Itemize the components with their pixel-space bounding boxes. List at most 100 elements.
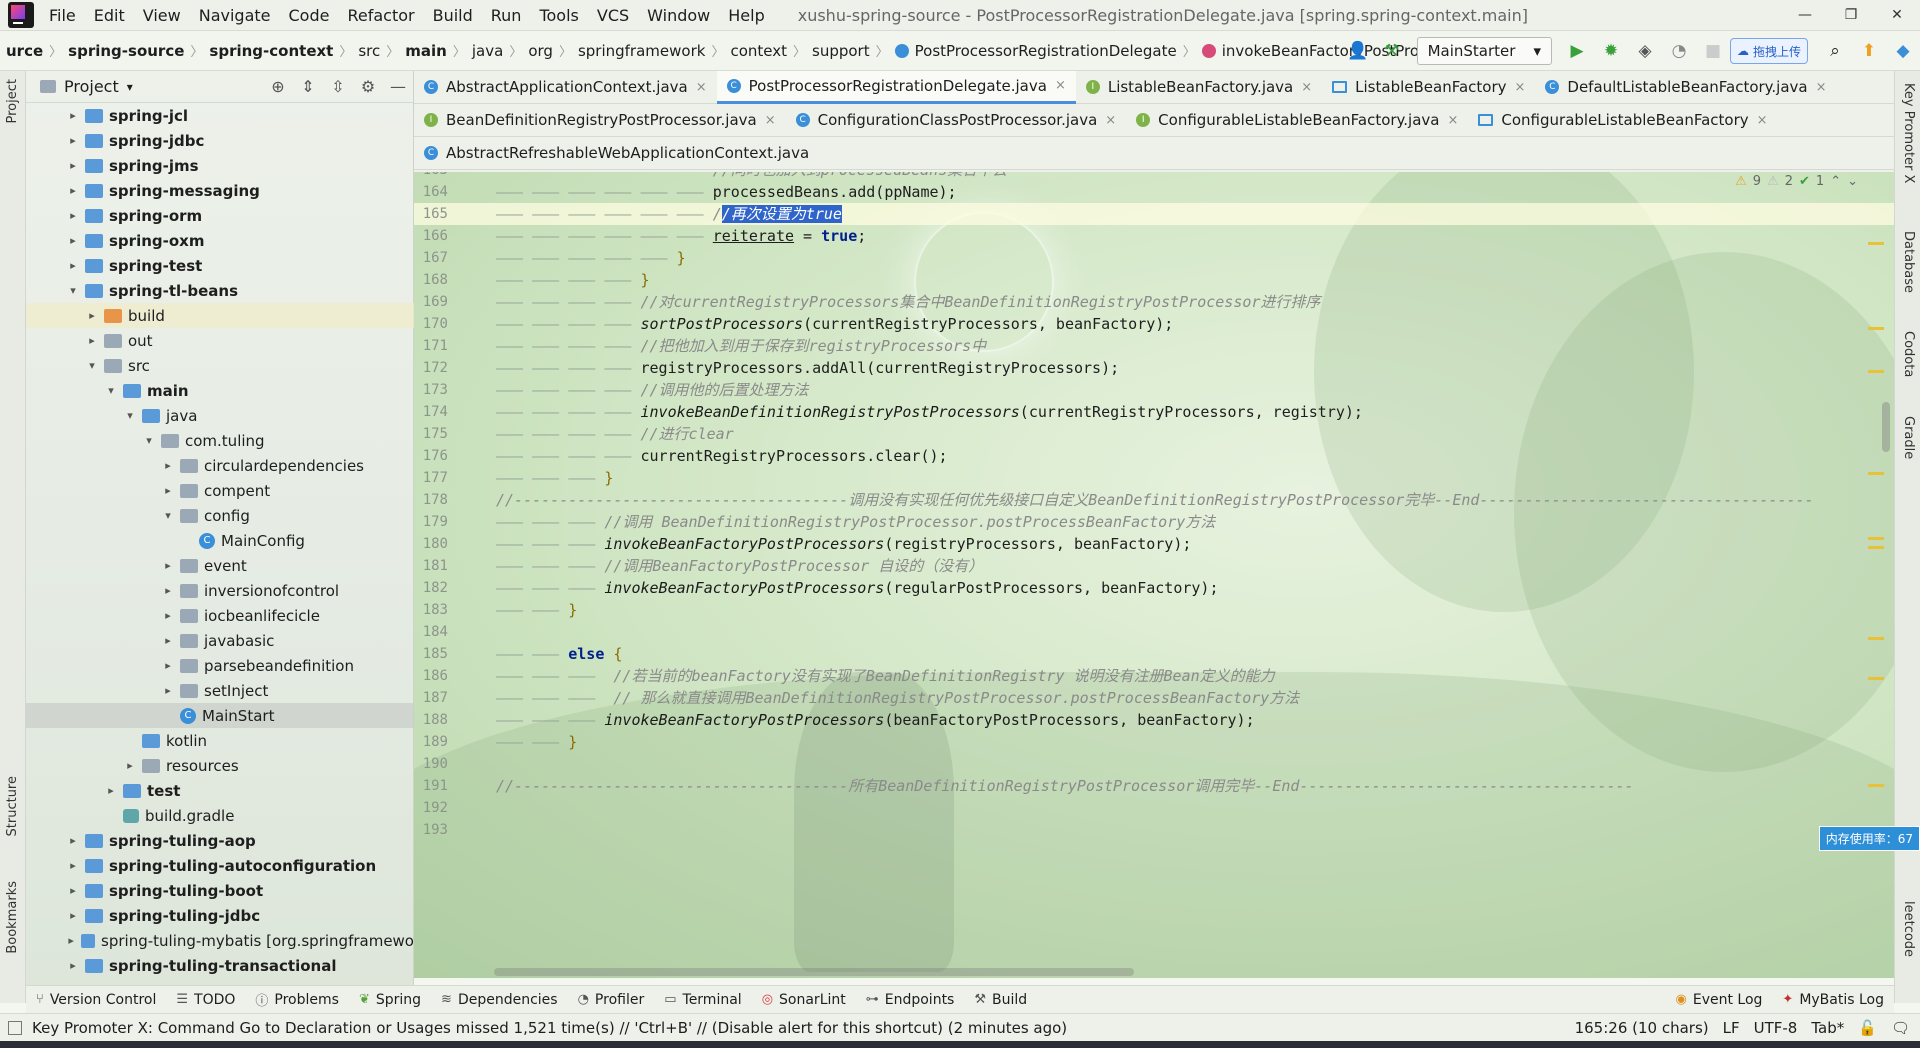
chevron-right-icon[interactable]: ▸ <box>65 134 81 147</box>
chevron-down-icon[interactable]: ⌄ <box>1847 174 1858 189</box>
status-message[interactable]: Key Promoter X: Command Go to Declaratio… <box>32 1019 1067 1037</box>
editor-tab[interactable]: I ListableBeanFactory.java × <box>1076 71 1322 104</box>
chevron-right-icon[interactable]: ▸ <box>65 184 81 197</box>
breadcrumb-module[interactable]: spring-context <box>203 42 339 60</box>
hammer-build-icon[interactable]: ⚒ <box>1378 37 1406 65</box>
todo-tab[interactable]: ☰ TODO <box>166 992 245 1008</box>
code-line[interactable]: 177 ——— ——— ——— } <box>414 467 1894 489</box>
tree-item[interactable]: ▾ java <box>26 403 414 428</box>
breadcrumb-class[interactable]: PostProcessorRegistrationDelegate <box>889 42 1183 60</box>
close-tab-icon[interactable]: × <box>696 80 707 95</box>
warning-marker[interactable] <box>1868 472 1884 475</box>
code-line[interactable]: 188 ——— ——— ——— invokeBeanFactoryPostProc… <box>414 709 1894 731</box>
error-stripe[interactable] <box>1864 172 1894 978</box>
tree-item[interactable]: ▸ spring-tuling-aop <box>26 828 414 853</box>
tree-item[interactable]: ▸ out <box>26 328 414 353</box>
chevron-right-icon[interactable]: ▸ <box>65 159 81 172</box>
menu-navigate[interactable]: Navigate <box>190 0 280 31</box>
sonarlint-tab[interactable]: ◎ SonarLint <box>752 992 856 1008</box>
hide-icon[interactable]: — <box>383 77 413 96</box>
tree-item[interactable]: ▸ spring-tuling-boot <box>26 878 414 903</box>
maximize-icon[interactable]: ❐ <box>1828 0 1874 31</box>
chevron-right-icon[interactable]: ▸ <box>84 334 100 347</box>
close-window-icon[interactable]: ✕ <box>1874 0 1920 31</box>
mybatis-log-tab[interactable]: ✦ MyBatis Log <box>1772 992 1894 1008</box>
codota-tool-tab[interactable]: Codota <box>1901 331 1916 377</box>
menu-window[interactable]: Window <box>638 0 719 31</box>
chevron-right-icon[interactable]: ▸ <box>160 609 176 622</box>
run-config-select[interactable]: MainStarter ▾ <box>1416 37 1552 65</box>
tree-item[interactable]: ▾ config <box>26 503 414 528</box>
breadcrumb-src[interactable]: src <box>352 42 386 60</box>
code-line[interactable]: 165 ——— ——— ——— ——— ——— ——— //再次设置为true <box>414 203 1894 225</box>
code-line[interactable]: 169 ——— ——— ——— ——— //对currentRegistryPro… <box>414 291 1894 313</box>
dependencies-tab[interactable]: ≋ Dependencies <box>431 992 568 1008</box>
tree-item[interactable]: ▸ circulardependencies <box>26 453 414 478</box>
menu-tools[interactable]: Tools <box>530 0 587 31</box>
breadcrumb-java[interactable]: java <box>466 42 509 60</box>
profiler-icon[interactable]: ◔ <box>1665 37 1693 65</box>
tree-item[interactable]: ▸ spring-orm <box>26 203 414 228</box>
chevron-up-icon[interactable]: ⌃ <box>1830 174 1841 189</box>
terminal-tab[interactable]: ▭ Terminal <box>654 992 751 1008</box>
breadcrumb-root[interactable]: urce <box>0 42 49 60</box>
close-tab-icon[interactable]: × <box>1757 113 1768 128</box>
collapse-all-icon[interactable]: ⇳ <box>323 77 353 96</box>
tree-item[interactable]: ▸ test <box>26 778 414 803</box>
profiler-tab[interactable]: ◔ Profiler <box>568 992 655 1008</box>
chevron-right-icon[interactable]: ▸ <box>160 684 176 697</box>
code-line[interactable]: 178 //-----------------------------------… <box>414 489 1894 511</box>
code-line[interactable]: 172 ——— ——— ——— ——— registryProcessors.ad… <box>414 357 1894 379</box>
chevron-right-icon[interactable]: ▸ <box>160 634 176 647</box>
key-promoter-tool-tab[interactable]: Key Promoter X <box>1901 83 1916 183</box>
breadcrumb-context[interactable]: context <box>724 42 793 60</box>
menu-vcs[interactable]: VCS <box>588 0 638 31</box>
tree-item[interactable]: ▸ spring-jdbc <box>26 128 414 153</box>
code-line[interactable]: 193 <box>414 819 1894 841</box>
chevron-right-icon[interactable]: ▸ <box>65 934 77 947</box>
editor-tab[interactable]: ListableBeanFactory × <box>1322 71 1535 104</box>
code-line[interactable]: 192 <box>414 797 1894 819</box>
tree-item[interactable]: ▸ spring-jms <box>26 153 414 178</box>
search-icon[interactable]: ⌕ <box>1821 37 1849 65</box>
tree-item[interactable]: C MainStart <box>26 703 414 728</box>
toolbox-icon[interactable]: ◆ <box>1889 37 1917 65</box>
code-line[interactable]: 187 ——— ——— ——— // 那么就直接调用BeanDefinitionR… <box>414 687 1894 709</box>
code-line[interactable]: 180 ——— ——— ——— invokeBeanFactoryPostProc… <box>414 533 1894 555</box>
spring-tab[interactable]: ❦ Spring <box>349 992 431 1008</box>
chevron-right-icon[interactable]: ▸ <box>160 559 176 572</box>
breadcrumb-main[interactable]: main <box>399 42 453 60</box>
code-line[interactable]: 170 ——— ——— ——— ——— sortPostProcessors(cu… <box>414 313 1894 335</box>
code-line[interactable]: 185 ——— ——— else { <box>414 643 1894 665</box>
line-separator[interactable]: LF <box>1723 1019 1740 1037</box>
tree-item[interactable]: ▸ spring-tuling-mybatis [org.springframew… <box>26 928 414 953</box>
project-tool-tab[interactable]: Project <box>5 79 20 123</box>
close-tab-icon[interactable]: × <box>1055 78 1066 93</box>
database-tool-tab[interactable]: Database <box>1901 231 1916 293</box>
tree-item[interactable]: ▸ event <box>26 553 414 578</box>
tree-item[interactable]: ▸ parsebeandefinition <box>26 653 414 678</box>
chevron-right-icon[interactable]: ▸ <box>103 784 119 797</box>
caret-position[interactable]: 165:26 (10 chars) <box>1575 1019 1709 1037</box>
warning-marker[interactable] <box>1868 637 1884 640</box>
code-line[interactable]: 183 ——— ——— } <box>414 599 1894 621</box>
breadcrumb-support[interactable]: support <box>806 42 876 60</box>
code-line[interactable]: 174 ——— ——— ——— ——— invokeBeanDefinitionR… <box>414 401 1894 423</box>
build-tab[interactable]: ⚒ Build <box>964 992 1037 1008</box>
menu-view[interactable]: View <box>134 0 190 31</box>
code-line[interactable]: 189 ——— ——— } <box>414 731 1894 753</box>
minimize-icon[interactable]: — <box>1782 0 1828 31</box>
menu-edit[interactable]: Edit <box>85 0 134 31</box>
close-tab-icon[interactable]: × <box>1816 80 1827 95</box>
editor-tab[interactable]: C PostProcessorRegistrationDelegate.java × <box>716 70 1076 104</box>
close-tab-icon[interactable]: × <box>1105 113 1116 128</box>
tree-item[interactable]: ▸ spring-test <box>26 253 414 278</box>
tree-item[interactable]: ▸ inversionofcontrol <box>26 578 414 603</box>
menu-file[interactable]: File <box>40 0 85 31</box>
warning-marker[interactable] <box>1868 537 1884 540</box>
code-line[interactable]: 175 ——— ——— ——— ——— //进行clear <box>414 423 1894 445</box>
editor-tab[interactable]: I ConfigurableListableBeanFactory.java × <box>1126 104 1468 137</box>
close-tab-icon[interactable]: × <box>765 113 776 128</box>
tree-item[interactable]: ▸ resources <box>26 753 414 778</box>
tree-item[interactable]: ▸ build <box>26 303 414 328</box>
